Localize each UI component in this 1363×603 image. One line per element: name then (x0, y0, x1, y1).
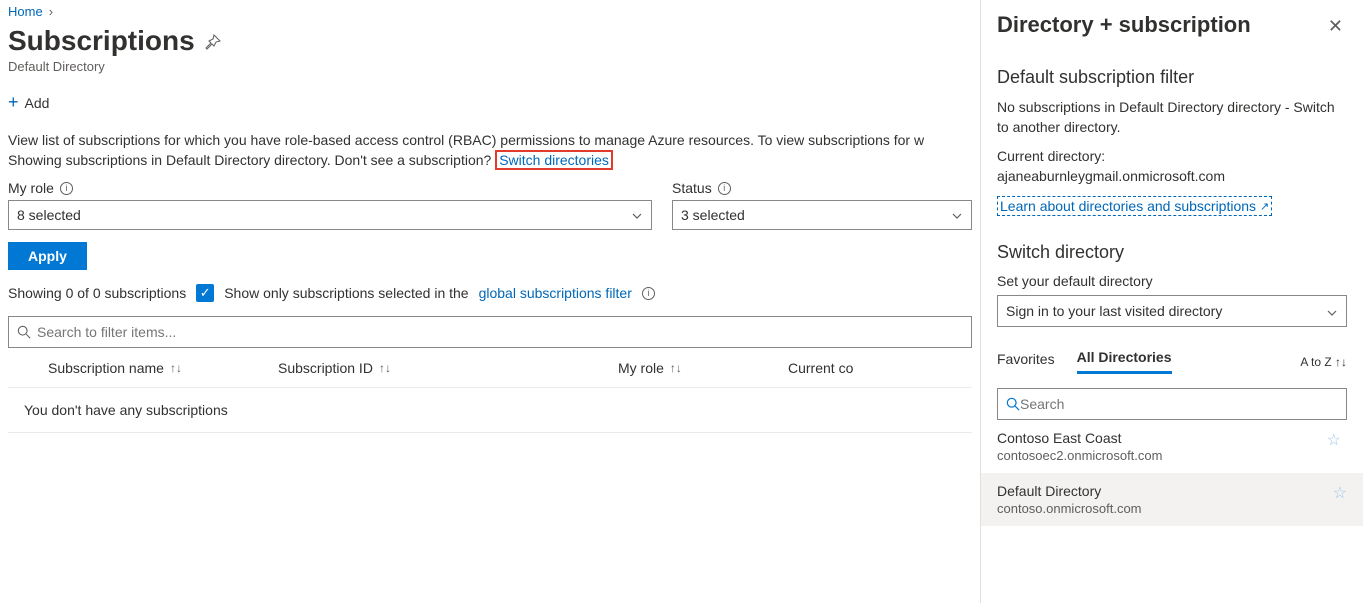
sort-icon: ↑↓ (379, 361, 391, 375)
pin-icon[interactable] (205, 32, 221, 49)
col-current-cost[interactable]: Current co (778, 360, 972, 376)
close-button[interactable]: ✕ (1324, 12, 1347, 41)
info-icon[interactable]: i (718, 182, 731, 195)
show-only-label: Show only subscriptions selected in the (224, 285, 468, 301)
col-my-role[interactable]: My role ↑↓ (608, 360, 778, 376)
col-subscription-name[interactable]: Subscription name ↑↓ (8, 360, 268, 376)
plus-icon: + (8, 92, 19, 113)
default-filter-heading: Default subscription filter (997, 67, 1347, 88)
page-title: Subscriptions (8, 25, 195, 57)
tab-all-directories[interactable]: All Directories (1077, 349, 1172, 374)
directory-item[interactable]: Contoso East Coast contosoec2.onmicrosoft… (997, 420, 1347, 473)
status-label: Status (672, 180, 712, 196)
sort-icon: ↑↓ (670, 361, 682, 375)
apply-button[interactable]: Apply (8, 242, 87, 270)
directory-name: Contoso East Coast (997, 430, 1162, 446)
search-icon (17, 325, 31, 339)
breadcrumb-home-link[interactable]: Home (8, 4, 43, 19)
status-dropdown[interactable]: 3 selected (672, 200, 972, 230)
current-directory-label: Current directory: (997, 148, 1105, 164)
side-panel-title: Directory + subscription (997, 12, 1251, 38)
sort-toggle[interactable]: A to Z ↑↓ (1300, 355, 1347, 369)
directory-item[interactable]: Default Directory contoso.onmicrosoft.com… (981, 473, 1363, 526)
info-icon[interactable]: i (60, 182, 73, 195)
tab-favorites[interactable]: Favorites (997, 351, 1055, 373)
add-button-label: Add (25, 95, 50, 111)
switch-directory-heading: Switch directory (997, 242, 1347, 263)
results-count: Showing 0 of 0 subscriptions (8, 285, 186, 301)
chevron-down-icon (1326, 303, 1338, 319)
empty-subscriptions-text: You don't have any subscriptions (8, 388, 972, 433)
search-input[interactable] (37, 324, 963, 340)
sort-icon: ↑↓ (170, 361, 182, 375)
status-value: 3 selected (681, 207, 745, 223)
default-directory-value: Sign in to your last visited directory (1006, 303, 1222, 319)
set-default-label: Set your default directory (997, 273, 1347, 289)
directory-domain: contosoec2.onmicrosoft.com (997, 448, 1162, 463)
search-icon (1006, 397, 1020, 411)
chevron-down-icon (951, 207, 963, 223)
directory-domain: contoso.onmicrosoft.com (997, 501, 1142, 516)
directory-subscription-panel: Directory + subscription ✕ Default subsc… (980, 0, 1363, 603)
global-filter-link[interactable]: global subscriptions filter (479, 285, 632, 301)
chevron-right-icon: › (49, 4, 53, 19)
show-only-checkbox[interactable]: ✓ (196, 284, 214, 302)
external-link-icon: ↗ (1260, 200, 1269, 213)
star-icon[interactable]: ☆ (1333, 483, 1347, 503)
page-subtitle: Default Directory (8, 59, 972, 74)
default-filter-text: No subscriptions in Default Directory di… (997, 98, 1347, 137)
breadcrumb: Home › (8, 4, 972, 19)
star-icon[interactable]: ☆ (1327, 430, 1341, 450)
table-header: Subscription name ↑↓ Subscription ID ↑↓ … (8, 348, 972, 388)
info-icon[interactable]: i (642, 287, 655, 300)
my-role-dropdown[interactable]: 8 selected (8, 200, 652, 230)
col-subscription-id[interactable]: Subscription ID ↑↓ (268, 360, 608, 376)
current-directory-value: ajaneaburnleygmail.onmicrosoft.com (997, 168, 1225, 184)
my-role-label: My role (8, 180, 54, 196)
directory-search-input[interactable] (1020, 396, 1338, 412)
chevron-down-icon (631, 207, 643, 223)
description-text: View list of subscriptions for which you… (8, 131, 972, 170)
add-button[interactable]: + Add (8, 92, 972, 113)
directory-name: Default Directory (997, 483, 1142, 499)
default-directory-dropdown[interactable]: Sign in to your last visited directory (997, 295, 1347, 327)
directory-search[interactable] (997, 388, 1347, 420)
switch-directories-link[interactable]: Switch directories (495, 150, 613, 170)
my-role-value: 8 selected (17, 207, 81, 223)
search-bar[interactable] (8, 316, 972, 348)
learn-link[interactable]: Learn about directories and subscription… (997, 196, 1272, 216)
